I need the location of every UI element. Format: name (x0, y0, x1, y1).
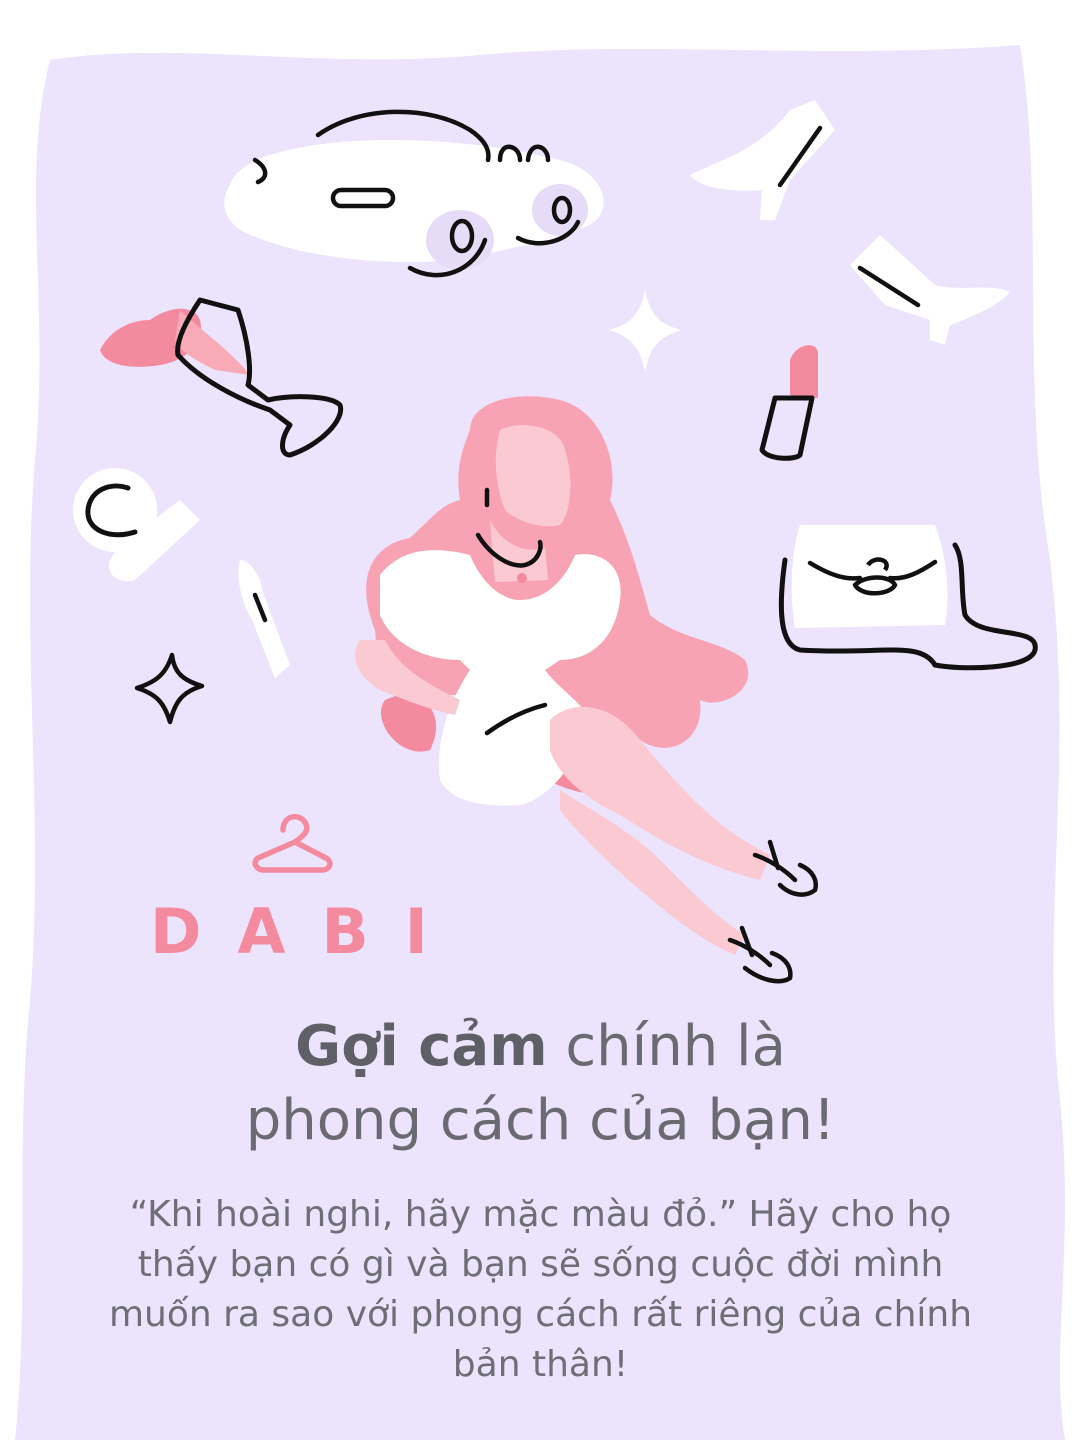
headline-bold: Gợi cảm (295, 1014, 548, 1079)
headline-line-1: Gợi cảm chính là (0, 1010, 1081, 1084)
poster: DABI Gợi cảm chính là phong cách của bạn… (0, 0, 1081, 1440)
headline-line1-rest: chính là (547, 1014, 786, 1079)
body-text: “Khi hoài nghi, hãy mặc màu đỏ.” Hãy cho… (108, 1194, 973, 1385)
brand-logo-text: DABI (150, 895, 464, 968)
headline: Gợi cảm chính là phong cách của bạn! (0, 1010, 1081, 1158)
headline-line-2: phong cách của bạn! (245, 1088, 836, 1153)
